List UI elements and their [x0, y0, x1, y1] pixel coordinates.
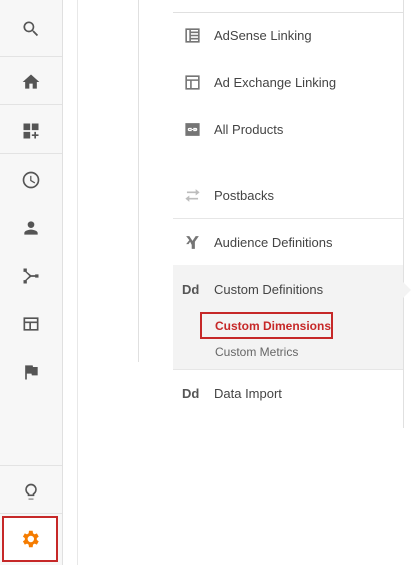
home-icon[interactable] — [0, 62, 62, 102]
acquisition-icon[interactable] — [0, 256, 62, 296]
menu-item-label: Ad Exchange Linking — [214, 74, 337, 90]
customization-icon[interactable] — [0, 111, 62, 151]
link-icon — [182, 119, 202, 139]
audience-split-icon — [182, 232, 202, 252]
selected-pointer — [403, 282, 411, 298]
menu-item-ad-exchange-linking[interactable]: Ad Exchange Linking — [173, 62, 403, 102]
search-icon[interactable] — [0, 9, 62, 49]
menu-item-adsense-linking[interactable]: AdSense Linking — [173, 15, 403, 55]
menu-item-label: Postbacks — [214, 187, 274, 203]
menu-item-postbacks[interactable]: Postbacks — [173, 175, 403, 215]
ad-exchange-icon — [182, 72, 202, 92]
submenu-custom-metrics[interactable]: Custom Metrics — [215, 345, 298, 359]
discover-lightbulb-icon[interactable] — [0, 472, 62, 512]
postbacks-arrows-icon — [182, 185, 202, 205]
menu-item-label: Audience Definitions — [214, 234, 333, 250]
audience-person-icon[interactable] — [0, 208, 62, 248]
submenu-custom-dimensions[interactable]: Custom Dimensions — [215, 319, 331, 333]
menu-item-custom-definitions[interactable]: Dd Custom Definitions — [173, 269, 403, 309]
menu-item-all-products[interactable]: All Products — [173, 109, 403, 149]
realtime-clock-icon[interactable] — [0, 160, 62, 200]
admin-gear-icon[interactable] — [2, 516, 58, 562]
dd-badge-icon: Dd — [182, 281, 200, 297]
conversions-flag-icon[interactable] — [0, 352, 62, 392]
menu-item-data-import[interactable]: Dd Data Import — [173, 373, 403, 413]
menu-item-label: Data Import — [214, 385, 282, 401]
menu-item-label: AdSense Linking — [214, 27, 312, 43]
adsense-icon — [182, 25, 202, 45]
dd-badge-icon: Dd — [182, 385, 200, 401]
menu-item-audience-definitions[interactable]: Audience Definitions — [173, 222, 403, 262]
menu-item-label: All Products — [214, 121, 284, 137]
menu-item-label: Custom Definitions — [214, 281, 324, 297]
behavior-icon[interactable] — [0, 304, 62, 344]
left-nav-rail — [0, 0, 63, 565]
